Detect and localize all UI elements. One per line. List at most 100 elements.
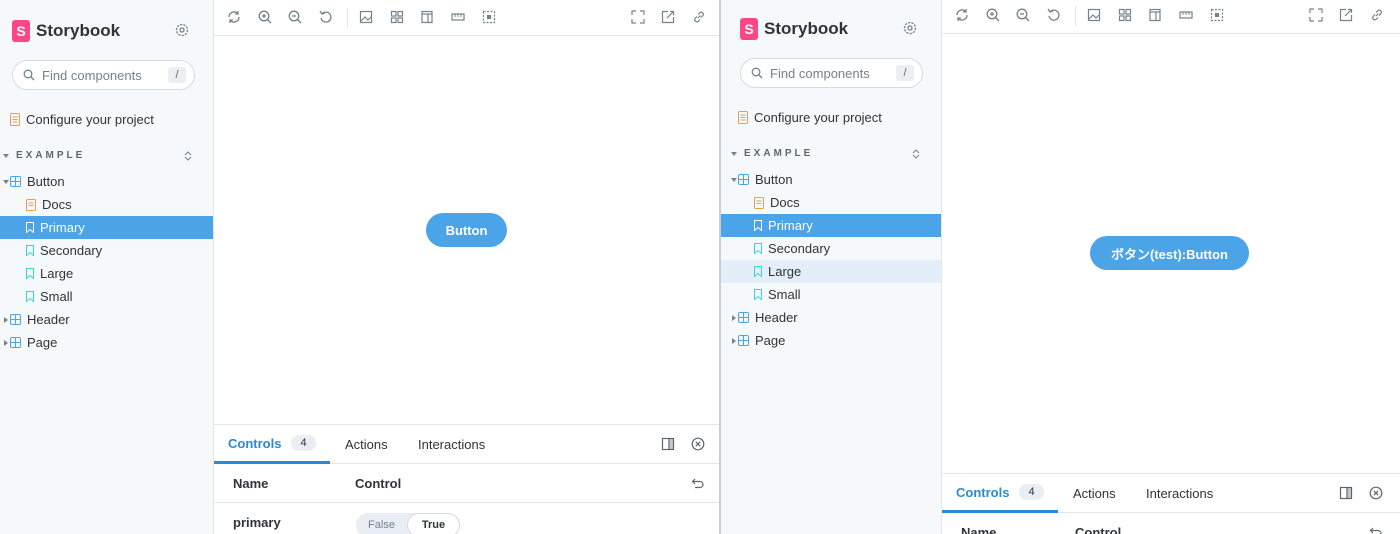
toolbar [214, 0, 719, 36]
reset-controls-icon[interactable] [1369, 526, 1383, 534]
panel-orientation-icon[interactable] [661, 437, 675, 451]
sidebar-item-label: Small [40, 289, 73, 304]
sidebar-item-button[interactable]: Button [0, 170, 213, 193]
tab-label: Actions [1073, 486, 1116, 501]
group-label: EXAMPLE [16, 150, 86, 161]
toggle-true[interactable]: True [407, 513, 460, 534]
reset-controls-icon[interactable] [691, 477, 705, 489]
toolbar-divider [1075, 6, 1076, 26]
zoom-in-icon[interactable] [257, 9, 273, 25]
preview-canvas: Button [214, 37, 719, 424]
fullscreen-icon[interactable] [630, 9, 646, 25]
bookmark-icon [754, 220, 762, 231]
boolean-toggle[interactable]: False True [356, 513, 460, 534]
sidebar-item-label: Page [27, 335, 58, 350]
close-icon[interactable] [691, 437, 705, 451]
controls-header: Name Control [942, 513, 1400, 534]
bookmark-icon [26, 291, 34, 302]
reset-zoom-icon[interactable] [1046, 7, 1062, 23]
sidebar-item-large[interactable]: Large [0, 262, 213, 285]
tab-label: Controls [956, 484, 1010, 500]
sidebar-item-primary[interactable]: Primary [721, 214, 941, 237]
chevron-right-icon [2, 316, 10, 323]
brand[interactable]: S Storybook [12, 20, 120, 42]
reset-zoom-icon[interactable] [318, 9, 334, 25]
outline-icon[interactable] [1209, 7, 1225, 23]
reload-icon[interactable] [226, 9, 242, 25]
brand[interactable]: S Storybook [740, 18, 848, 40]
storybook-logo-icon: S [12, 20, 30, 42]
sidebar-item-label: Secondary [768, 241, 831, 256]
chevron-down-icon [2, 179, 10, 184]
sidebar-item-button[interactable]: Button [721, 168, 941, 191]
tab-actions[interactable]: Actions [1073, 474, 1116, 513]
chevron-right-icon [730, 314, 738, 321]
viewport-icon[interactable] [1147, 7, 1163, 23]
group-label: EXAMPLE [744, 148, 814, 159]
tab-controls[interactable]: Controls 4 [214, 425, 330, 464]
open-new-tab-icon[interactable] [660, 9, 676, 25]
gear-icon[interactable] [174, 22, 190, 38]
search-input[interactable]: Find components / [740, 58, 923, 88]
fullscreen-icon[interactable] [1308, 7, 1324, 23]
viewport-icon[interactable] [419, 9, 435, 25]
sidebar-item-small[interactable]: Small [0, 285, 213, 308]
column-control-header: Control [355, 476, 402, 491]
tab-actions[interactable]: Actions [345, 425, 388, 464]
background-icon[interactable] [1086, 7, 1102, 23]
sidebar-item-secondary[interactable]: Secondary [0, 239, 213, 262]
link-icon[interactable] [1369, 7, 1385, 23]
link-icon[interactable] [691, 9, 707, 25]
search-input[interactable]: Find components / [12, 60, 195, 90]
tab-controls[interactable]: Controls 4 [942, 474, 1058, 513]
sidebar-item-label: Page [755, 333, 786, 348]
grid-icon[interactable] [389, 9, 405, 25]
sidebar-item-primary[interactable]: Primary [0, 216, 213, 239]
ruler-icon[interactable] [450, 9, 466, 25]
expand-collapse-icon[interactable] [184, 150, 192, 161]
tab-interactions[interactable]: Interactions [1146, 474, 1213, 513]
sidebar-item-label: Secondary [40, 243, 103, 258]
sidebar-item-small[interactable]: Small [721, 283, 941, 306]
sidebar-item-label: Large [40, 266, 74, 281]
zoom-out-icon[interactable] [287, 9, 303, 25]
preview-button[interactable]: Button [426, 213, 507, 247]
sidebar-item-page[interactable]: Page [0, 331, 213, 354]
gear-icon[interactable] [902, 20, 918, 36]
grid-icon[interactable] [1117, 7, 1133, 23]
configure-project-link[interactable]: Configure your project [10, 112, 154, 127]
tab-interactions[interactable]: Interactions [418, 425, 485, 464]
configure-project-link[interactable]: Configure your project [738, 110, 882, 125]
sidebar-item-page[interactable]: Page [721, 329, 941, 352]
sidebar-item-label: Button [27, 174, 65, 189]
bookmark-icon [754, 243, 762, 254]
sidebar-item-docs[interactable]: Docs [721, 191, 941, 214]
zoom-out-icon[interactable] [1015, 7, 1031, 23]
sidebar-item-docs[interactable]: Docs [0, 193, 213, 216]
sidebar-item-header[interactable]: Header [721, 306, 941, 329]
zoom-in-icon[interactable] [985, 7, 1001, 23]
expand-collapse-icon[interactable] [912, 148, 920, 159]
sidebar-item-label: Small [768, 287, 801, 302]
panel-orientation-icon[interactable] [1339, 486, 1353, 500]
toggle-false[interactable]: False [356, 513, 407, 534]
sidebar-item-header[interactable]: Header [0, 308, 213, 331]
document-icon [754, 196, 764, 209]
background-icon[interactable] [358, 9, 374, 25]
sidebar-item-label: Header [755, 310, 798, 325]
group-example[interactable]: EXAMPLE [2, 150, 192, 161]
sidebar: S Storybook Find components / Configure … [721, 0, 942, 534]
document-icon [10, 113, 20, 126]
outline-icon[interactable] [481, 9, 497, 25]
group-example[interactable]: EXAMPLE [730, 148, 920, 159]
sidebar-item-secondary[interactable]: Secondary [721, 237, 941, 260]
ruler-icon[interactable] [1178, 7, 1194, 23]
reload-icon[interactable] [954, 7, 970, 23]
preview-button[interactable]: ボタン(test):Button [1090, 236, 1249, 270]
component-icon [738, 312, 749, 323]
open-new-tab-icon[interactable] [1338, 7, 1354, 23]
addons-panel: Controls 4 Actions Interactions Name Con… [942, 473, 1400, 534]
sidebar-item-large[interactable]: Large [721, 260, 941, 283]
search-icon [23, 69, 35, 81]
close-icon[interactable] [1369, 486, 1383, 500]
